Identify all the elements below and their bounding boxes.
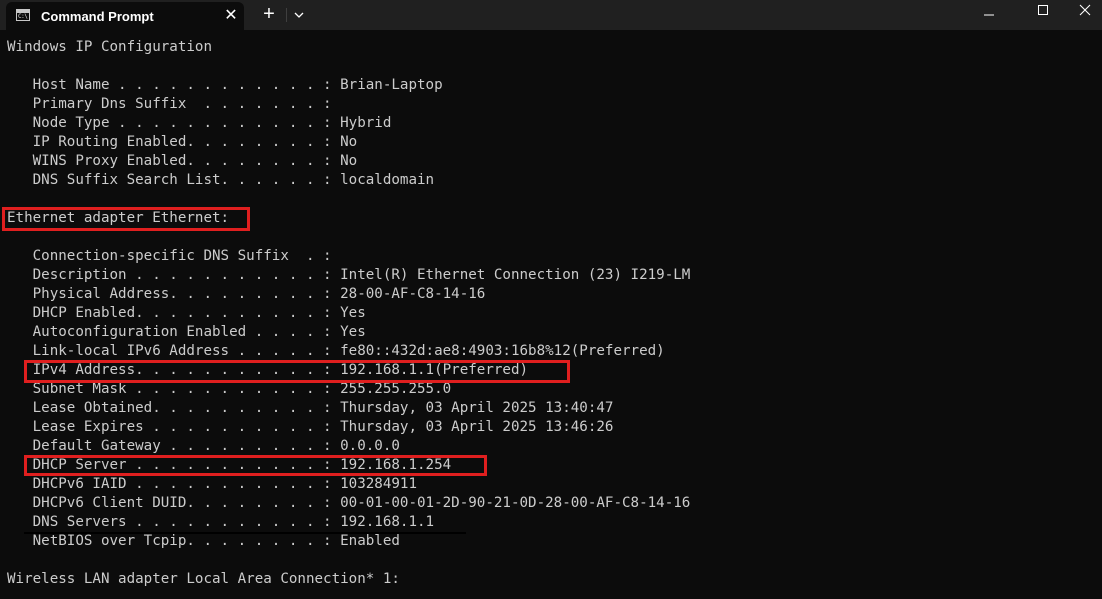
output-line: Host Name . . . . . . . . . . . . : Bria… bbox=[7, 77, 443, 93]
chevron-down-icon bbox=[294, 12, 304, 18]
minimize-button[interactable] bbox=[966, 0, 1012, 30]
underline-dns-servers bbox=[24, 532, 466, 534]
output-line: Primary Dns Suffix . . . . . . . : bbox=[7, 96, 332, 112]
highlight-ipv4-address bbox=[24, 360, 570, 383]
titlebar-divider bbox=[286, 8, 287, 22]
maximize-icon bbox=[1038, 5, 1048, 15]
output-line: Physical Address. . . . . . . . . : 28-0… bbox=[7, 286, 486, 302]
output-line: DHCPv6 IAID . . . . . . . . . . . : 1032… bbox=[7, 476, 417, 492]
maximize-button[interactable] bbox=[1020, 0, 1066, 30]
output-line: Description . . . . . . . . . . . : Inte… bbox=[7, 267, 691, 283]
title-bar: C:\ Command Prompt ✕ + bbox=[0, 0, 1102, 30]
dns-servers-line: DNS Servers . . . . . . . . . . . : 192.… bbox=[7, 514, 435, 530]
cmd-icon: C:\ bbox=[16, 9, 30, 21]
output-line: WINS Proxy Enabled. . . . . . . . : No bbox=[7, 153, 358, 169]
output-line: IP Routing Enabled. . . . . . . . : No bbox=[7, 134, 358, 150]
terminal-output[interactable]: Windows IP Configuration Host Name . . .… bbox=[0, 30, 1102, 599]
new-tab-button[interactable]: + bbox=[258, 2, 280, 26]
output-line: Lease Obtained. . . . . . . . . . : Thur… bbox=[7, 400, 614, 416]
output-line: DNS Suffix Search List. . . . . . : loca… bbox=[7, 172, 435, 188]
minimize-icon bbox=[984, 14, 994, 16]
close-tab-button[interactable]: ✕ bbox=[221, 4, 241, 28]
output-line: Link-local IPv6 Address . . . . . : fe80… bbox=[7, 343, 665, 359]
output-line: Lease Expires . . . . . . . . . . : Thur… bbox=[7, 419, 614, 435]
tab-title: Command Prompt bbox=[41, 9, 154, 24]
output-line: NetBIOS over Tcpip. . . . . . . . : Enab… bbox=[7, 533, 400, 549]
highlight-ethernet-adapter bbox=[2, 207, 250, 231]
tab-command-prompt[interactable]: C:\ Command Prompt ✕ bbox=[6, 2, 244, 30]
output-line: Default Gateway . . . . . . . . . : 0.0.… bbox=[7, 438, 400, 454]
output-line: Node Type . . . . . . . . . . . . : Hybr… bbox=[7, 115, 392, 131]
output-line: DHCP Enabled. . . . . . . . . . . : Yes bbox=[7, 305, 366, 321]
output-line: Autoconfiguration Enabled . . . . : Yes bbox=[7, 324, 366, 340]
close-icon bbox=[1079, 4, 1091, 16]
close-window-button[interactable] bbox=[1066, 0, 1102, 30]
tab-dropdown-button[interactable] bbox=[290, 3, 308, 27]
output-line: Windows IP Configuration bbox=[7, 39, 212, 55]
output-line: Wireless LAN adapter Local Area Connecti… bbox=[7, 571, 400, 587]
output-line: Connection-specific DNS Suffix . : bbox=[7, 248, 332, 264]
highlight-dhcp-server bbox=[24, 455, 487, 476]
output-line: DHCPv6 Client DUID. . . . . . . . : 00-0… bbox=[7, 495, 691, 511]
